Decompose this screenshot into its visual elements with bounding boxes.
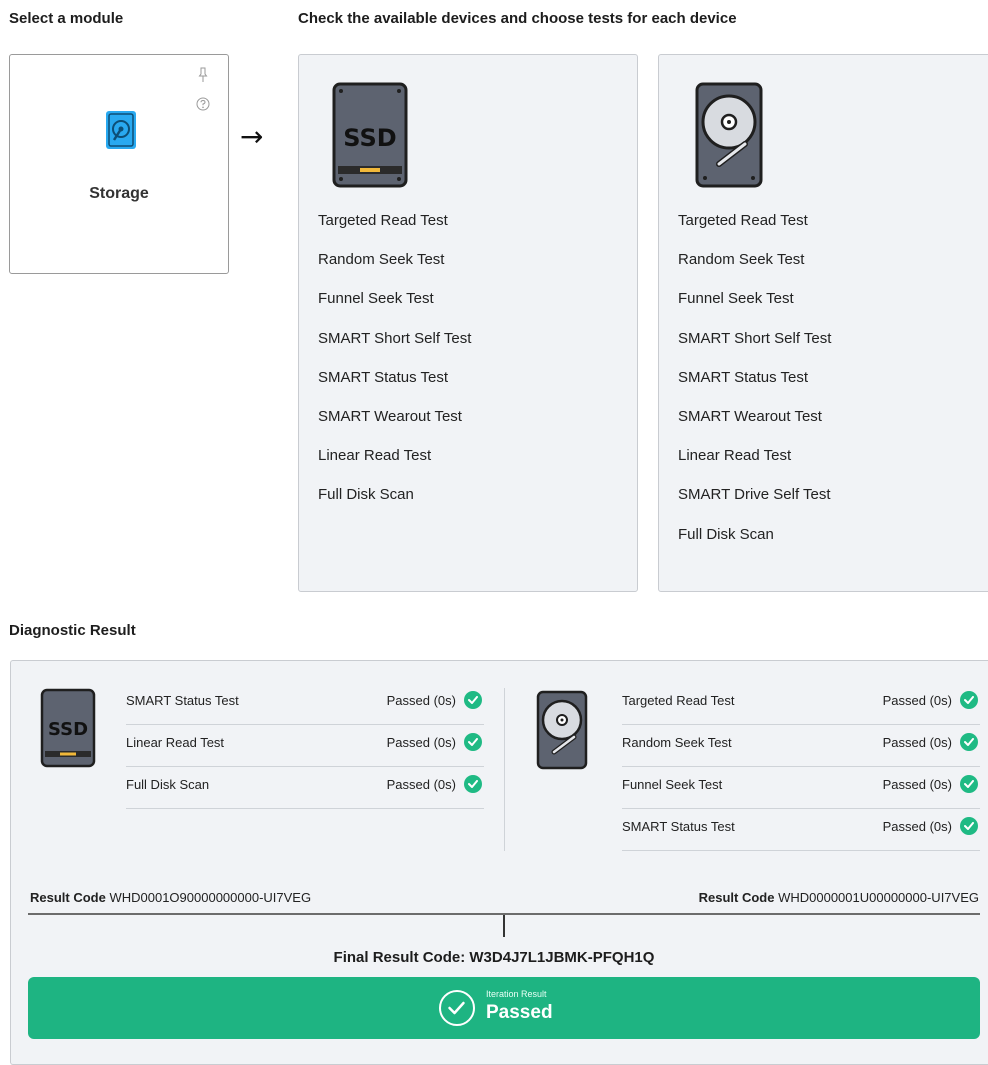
result-row: Targeted Read Test Passed (0s): [622, 683, 980, 725]
hdd-icon: [695, 82, 763, 193]
result-status: Passed (0s): [386, 693, 456, 708]
hdd-result-code: Result Code WHD0000001U00000000-UI7VEG: [699, 890, 979, 905]
ssd-result-code: Result Code WHD0001O90000000000-UI7VEG: [30, 890, 311, 905]
test-option[interactable]: Random Seek Test: [678, 251, 831, 290]
hdd-result-code-label: Result Code: [698, 890, 775, 905]
check-circle-icon: [464, 691, 482, 709]
test-option[interactable]: SMART Short Self Test: [678, 330, 831, 369]
result-code-connector: [503, 915, 505, 937]
result-status: Passed (0s): [882, 735, 952, 750]
iteration-result-label: Iteration Result: [486, 989, 547, 999]
result-test-name: Linear Read Test: [126, 735, 225, 750]
test-option[interactable]: Targeted Read Test: [318, 212, 471, 251]
select-module-title: Select a module: [9, 10, 124, 27]
passed-check-icon: [439, 990, 475, 1026]
hdd-device-card[interactable]: Targeted Read Test Random Seek Test Funnel…: [658, 54, 988, 592]
result-row: Linear Read Test Passed (0s): [126, 725, 484, 767]
result-row: Full Disk Scan Passed (0s): [126, 767, 484, 809]
ssd-icon-label: SSD: [343, 124, 396, 152]
check-circle-icon: [960, 817, 978, 835]
check-circle-icon: [464, 775, 482, 793]
test-option[interactable]: SMART Status Test: [318, 369, 471, 408]
hdd-result-icon: [536, 690, 588, 775]
pin-icon[interactable]: [198, 67, 208, 88]
result-row: SMART Status Test Passed (0s): [622, 809, 980, 851]
check-circle-icon: [960, 691, 978, 709]
result-test-name: Full Disk Scan: [126, 777, 210, 792]
help-icon[interactable]: [196, 97, 210, 116]
module-label: Storage: [89, 185, 149, 202]
result-status: Passed (0s): [882, 777, 952, 792]
ssd-icon: SSD: [332, 82, 408, 193]
result-row: SMART Status Test Passed (0s): [126, 683, 484, 725]
iteration-result-value: Passed: [486, 1002, 553, 1023]
result-status: Passed (0s): [386, 777, 456, 792]
test-option[interactable]: SMART Status Test: [678, 369, 831, 408]
test-option[interactable]: Funnel Seek Test: [678, 290, 831, 329]
ssd-result-icon-label: SSD: [48, 719, 88, 740]
test-option[interactable]: Full Disk Scan: [318, 486, 471, 525]
test-option[interactable]: Targeted Read Test: [678, 212, 831, 251]
result-row: Random Seek Test Passed (0s): [622, 725, 980, 767]
test-option[interactable]: SMART Drive Self Test: [678, 486, 831, 525]
arrow-right-icon: →: [240, 120, 264, 153]
ssd-result-icon: SSD: [40, 688, 96, 773]
result-status: Passed (0s): [386, 735, 456, 750]
ssd-test-list: Targeted Read Test Random Seek Test Funnel…: [318, 212, 471, 526]
result-test-name: Targeted Read Test: [622, 693, 735, 708]
hdd-result-code-value: WHD0000001U00000000-UI7VEG: [778, 890, 979, 905]
test-option[interactable]: SMART Wearout Test: [678, 408, 831, 447]
storage-module-card[interactable]: Storage: [9, 54, 229, 274]
diagnostic-result-title: Diagnostic Result: [9, 622, 136, 639]
result-test-name: SMART Status Test: [622, 819, 735, 834]
test-option[interactable]: Linear Read Test: [678, 447, 831, 486]
result-test-name: SMART Status Test: [126, 693, 239, 708]
result-status: Passed (0s): [882, 693, 952, 708]
ssd-result-code-label: Result Code: [30, 890, 106, 905]
test-option[interactable]: SMART Wearout Test: [318, 408, 471, 447]
test-option[interactable]: Linear Read Test: [318, 447, 471, 486]
hdd-test-list: Targeted Read Test Random Seek Test Funnel…: [678, 212, 831, 565]
test-option[interactable]: Random Seek Test: [318, 251, 471, 290]
check-circle-icon: [960, 775, 978, 793]
test-option[interactable]: Full Disk Scan: [678, 526, 831, 565]
ssd-result-code-value: WHD0001O90000000000-UI7VEG: [109, 890, 312, 905]
iteration-result-bar: Iteration Result Passed: [28, 977, 980, 1039]
result-test-name: Funnel Seek Test: [622, 777, 723, 792]
final-result-code: Final Result Code: W3D4J7L1JBMK-PFQH1Q: [333, 949, 655, 966]
result-test-name: Random Seek Test: [622, 735, 732, 750]
result-row: Funnel Seek Test Passed (0s): [622, 767, 980, 809]
test-option[interactable]: SMART Short Self Test: [318, 330, 471, 369]
check-circle-icon: [464, 733, 482, 751]
ssd-device-card[interactable]: SSD Targeted Read Test Random Seek Test Fu…: [298, 54, 638, 592]
storage-icon: [105, 110, 137, 155]
devices-title: Check the available devices and choose t…: [298, 10, 737, 27]
result-status: Passed (0s): [882, 819, 952, 834]
test-option[interactable]: Funnel Seek Test: [318, 290, 471, 329]
check-circle-icon: [960, 733, 978, 751]
result-divider: [504, 688, 505, 851]
